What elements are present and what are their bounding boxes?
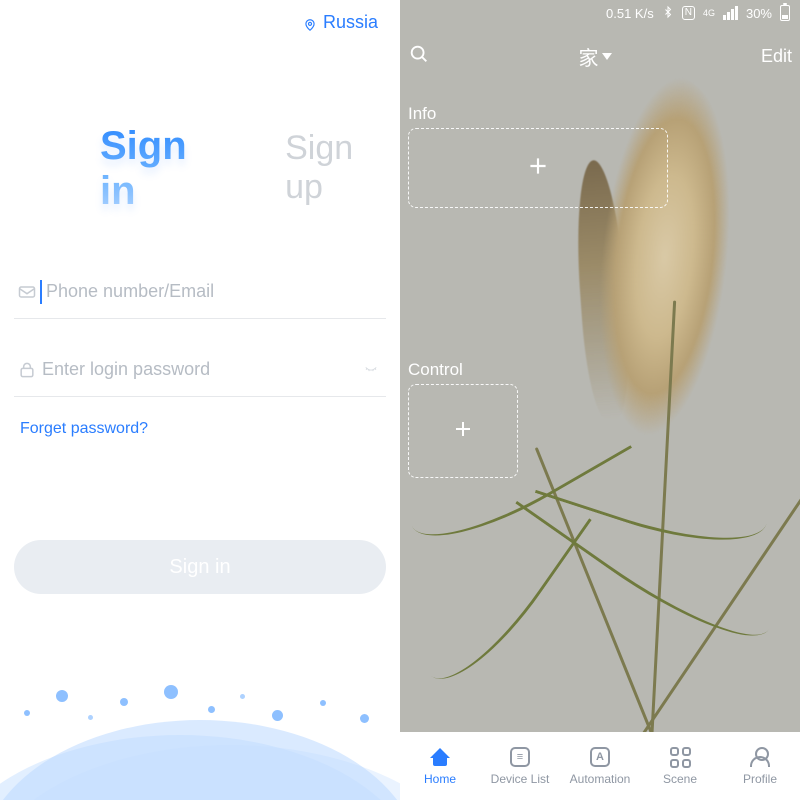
add-control-card[interactable] [408,384,518,478]
tab-signup[interactable]: Sign up [285,129,376,207]
signal-icon [723,6,738,20]
login-form [14,265,386,397]
login-input[interactable] [44,277,386,306]
eye-closed-icon[interactable] [360,361,386,378]
signin-screen: Russia Sign in Sign up [0,0,400,800]
region-selector[interactable]: Russia [303,12,378,33]
lock-icon [14,360,40,380]
scene-icon [669,746,691,768]
top-bar: 家 Edit [400,34,800,78]
password-field-row [14,343,386,397]
device-list-icon: ≡ [509,746,531,768]
nav-automation[interactable]: A Automation [560,732,640,800]
tab-signin[interactable]: Sign in [100,124,205,214]
nav-profile[interactable]: Profile [720,732,800,800]
home-selector[interactable]: 家 [578,42,612,71]
add-info-card[interactable] [408,128,668,208]
signin-button[interactable]: Sign in [14,540,386,594]
plus-icon [451,417,475,446]
nav-profile-label: Profile [743,772,777,786]
status-speed: 0.51 K/s [606,6,654,21]
nav-device-list-label: Device List [491,772,550,786]
control-section-label: Control [408,360,463,380]
search-icon[interactable] [408,43,430,70]
home-title: 家 [578,42,598,71]
home-dashboard-screen: 0.51 K/s N 4G 30% 家 Edit Info [400,0,800,800]
text-cursor [40,280,42,304]
bottom-nav: Home ≡ Device List A Automation Scene Pr… [400,732,800,800]
lte-icon: 4G [703,9,715,18]
decorative-wave [0,680,400,800]
region-label: Russia [323,12,378,33]
home-icon [429,746,451,768]
info-section-label: Info [408,104,436,124]
profile-icon [749,746,771,768]
nav-device-list[interactable]: ≡ Device List [480,732,560,800]
bluetooth-icon [662,5,674,22]
plus-icon [525,153,551,184]
battery-pct: 30% [746,6,772,21]
forgot-password-link[interactable]: Forget password? [20,420,148,438]
nav-scene-label: Scene [663,772,697,786]
auth-tabs: Sign in Sign up [0,124,400,214]
nfc-icon: N [682,6,695,20]
mail-icon [14,282,40,302]
nav-home-label: Home [424,772,456,786]
status-bar: 0.51 K/s N 4G 30% [400,0,800,26]
chevron-down-icon [602,53,612,60]
login-field-row [14,265,386,319]
automation-icon: A [589,746,611,768]
location-pin-icon [303,16,317,30]
password-input[interactable] [40,355,360,384]
edit-button[interactable]: Edit [761,46,792,67]
nav-home[interactable]: Home [400,732,480,800]
nav-automation-label: Automation [570,772,631,786]
nav-scene[interactable]: Scene [640,732,720,800]
battery-icon [780,5,790,21]
